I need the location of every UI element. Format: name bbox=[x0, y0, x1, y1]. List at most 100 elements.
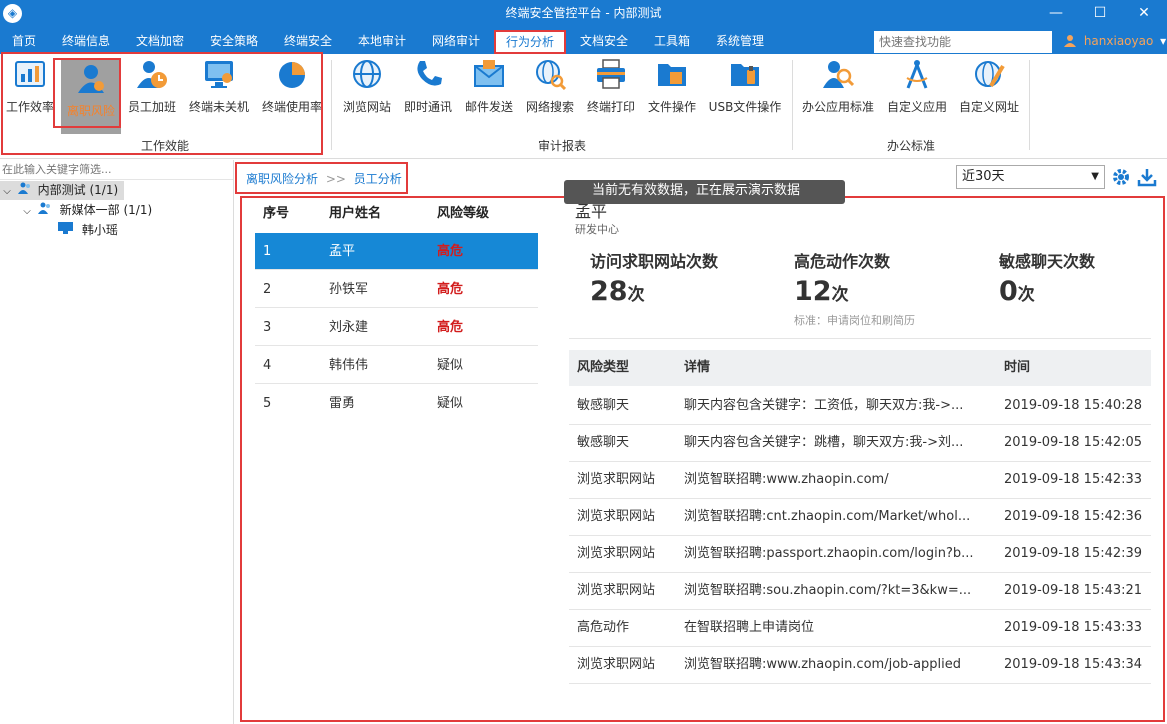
user-row[interactable]: 2 孙铁军 高危 bbox=[255, 271, 538, 308]
group-icon bbox=[37, 201, 56, 220]
stat-value: 28 bbox=[590, 276, 628, 307]
ribbon-custom-app[interactable]: 自定义应用 bbox=[886, 58, 948, 115]
user-row-no: 2 bbox=[263, 282, 272, 297]
person-search-icon bbox=[822, 58, 855, 90]
ribbon-mail-send-label: 邮件发送 bbox=[464, 100, 513, 114]
menu-terminal-security[interactable]: 终端安全 bbox=[284, 28, 332, 54]
detail-row[interactable]: 浏览求职网站 浏览智联招聘:cnt.zhaopin.com/Market/who… bbox=[569, 499, 1151, 536]
ribbon-print[interactable]: 终端打印 bbox=[586, 58, 636, 115]
header-name: 用户姓名 bbox=[329, 206, 382, 221]
period-select[interactable]: 近30天 ▼ bbox=[956, 165, 1105, 189]
ribbon-resign-risk[interactable]: 离职风险 bbox=[61, 58, 121, 134]
ribbon-file-ops[interactable]: 文件操作 bbox=[647, 58, 697, 115]
stat-value: 0 bbox=[999, 276, 1018, 307]
ribbon-mail-send[interactable]: 邮件发送 bbox=[464, 58, 514, 115]
menu-toolbox[interactable]: 工具箱 bbox=[654, 28, 690, 54]
user-row[interactable]: 5 雷勇 疑似 bbox=[255, 385, 538, 422]
globe-edit-icon bbox=[973, 58, 1005, 90]
ribbon-im-label: 即时通讯 bbox=[403, 100, 452, 114]
user-row-risk: 高危 bbox=[437, 282, 464, 297]
user-row-no: 5 bbox=[263, 396, 272, 411]
globe-search-icon bbox=[534, 58, 567, 91]
close-button[interactable]: ✕ bbox=[1122, 0, 1166, 28]
tree-filter-input[interactable] bbox=[0, 160, 233, 180]
computer-icon bbox=[58, 221, 78, 240]
user-row[interactable]: 3 刘永建 高危 bbox=[255, 309, 538, 346]
detail-time: 2019-09-18 15:42:05 bbox=[1004, 435, 1143, 450]
tree-node-terminal[interactable]: 韩小瑶 bbox=[58, 221, 118, 240]
header-no: 序号 bbox=[263, 206, 290, 221]
stat-unit: 次 bbox=[1017, 285, 1035, 305]
user-row-name: 刘永建 bbox=[329, 320, 369, 335]
menu-doc-security[interactable]: 文档安全 bbox=[580, 28, 628, 54]
user-menu[interactable]: hanxiaoyao ▾ bbox=[1064, 28, 1166, 54]
menu-network-audit[interactable]: 网络审计 bbox=[432, 28, 480, 54]
ribbon-browse-web-label: 浏览网站 bbox=[342, 100, 391, 114]
tree-node-root[interactable]: ⌵ 内部测试 (1/1) bbox=[0, 181, 124, 200]
ribbon-file-ops-label: 文件操作 bbox=[647, 100, 696, 114]
menu-system-admin[interactable]: 系统管理 bbox=[716, 28, 764, 54]
tree-node-label: 韩小瑶 bbox=[81, 223, 118, 237]
chevron-down-icon[interactable]: ⌵ bbox=[0, 182, 14, 201]
compass-icon bbox=[901, 58, 933, 90]
function-search-input[interactable] bbox=[874, 31, 1052, 53]
detail-row[interactable]: 敏感聊天 聊天内容包含关键字：跳槽，聊天双方:我->刘... 2019-09-1… bbox=[569, 425, 1151, 462]
ribbon-browse-web[interactable]: 浏览网站 bbox=[342, 58, 392, 115]
download-icon[interactable] bbox=[1137, 167, 1157, 187]
pie-chart-icon bbox=[276, 58, 308, 90]
detail-time: 2019-09-18 15:42:33 bbox=[1004, 472, 1143, 487]
breadcrumb-parent[interactable]: 离职风险分析 bbox=[246, 172, 318, 186]
detail-row[interactable]: 浏览求职网站 浏览智联招聘:passport.zhaopin.com/login… bbox=[569, 536, 1151, 573]
title-bar: ◈ 终端安全管控平台 - 内部测试 — ☐ ✕ bbox=[0, 0, 1167, 28]
ribbon-usage-rate-label: 终端使用率 bbox=[261, 100, 322, 114]
detail-text: 浏览智联招聘:passport.zhaopin.com/login?b... bbox=[684, 546, 974, 561]
menu-security-policy[interactable]: 安全策略 bbox=[210, 28, 258, 54]
ribbon-toolbar: 工作效率 离职风险 员工加班 终端未关机 终端使用率 工作效能 浏览网站 即时通… bbox=[0, 54, 1167, 159]
detail-row[interactable]: 敏感聊天 聊天内容包含关键字：工资低，聊天双方:我->... 2019-09-1… bbox=[569, 388, 1151, 425]
detail-time: 2019-09-18 15:43:34 bbox=[1004, 657, 1143, 672]
detail-time: 2019-09-18 15:42:36 bbox=[1004, 509, 1143, 524]
settings-gear-icon[interactable] bbox=[1111, 167, 1131, 187]
detail-type: 浏览求职网站 bbox=[577, 657, 656, 672]
user-icon bbox=[1064, 30, 1076, 47]
menu-doc-encrypt[interactable]: 文档加密 bbox=[136, 28, 184, 54]
detail-row[interactable]: 浏览求职网站 浏览智联招聘:sou.zhaopin.com/?kt=3&kw=.… bbox=[569, 573, 1151, 610]
header-detail: 详情 bbox=[684, 360, 711, 375]
tree-node-dept[interactable]: ⌵ 新媒体一部 (1/1) bbox=[20, 201, 152, 220]
detail-time: 2019-09-18 15:40:28 bbox=[1004, 398, 1143, 413]
group-label-efficiency: 工作效能 bbox=[140, 139, 189, 153]
envelope-icon bbox=[473, 58, 505, 90]
minimize-button[interactable]: — bbox=[1034, 0, 1078, 28]
ribbon-overtime[interactable]: 员工加班 bbox=[126, 58, 178, 115]
ribbon-im[interactable]: 即时通讯 bbox=[403, 58, 453, 115]
menu-behavior-analysis[interactable]: 行为分析 bbox=[494, 30, 567, 54]
stat-job-site-visits: 访问求职网站次数 28次 bbox=[590, 248, 718, 307]
breadcrumb-current: 员工分析 bbox=[353, 172, 402, 186]
user-row-name: 雷勇 bbox=[329, 396, 356, 411]
ribbon-work-efficiency[interactable]: 工作效率 bbox=[5, 58, 55, 115]
menu-local-audit[interactable]: 本地审计 bbox=[358, 28, 406, 54]
chevron-down-icon[interactable]: ⌵ bbox=[20, 202, 34, 221]
menu-terminal-info[interactable]: 终端信息 bbox=[62, 28, 110, 54]
detail-row[interactable]: 浏览求职网站 浏览智联招聘:www.zhaopin.com/ 2019-09-1… bbox=[569, 462, 1151, 499]
ribbon-usage-rate[interactable]: 终端使用率 bbox=[260, 58, 324, 115]
user-row[interactable]: 1 孟平 高危 bbox=[255, 233, 538, 270]
ribbon-custom-url-label: 自定义网址 bbox=[958, 100, 1019, 114]
detail-row[interactable]: 高危动作 在智联招聘上申请岗位 2019-09-18 15:43:33 bbox=[569, 610, 1151, 647]
group-label-office-standard: 办公标准 bbox=[886, 139, 935, 153]
user-row[interactable]: 4 韩伟伟 疑似 bbox=[255, 347, 538, 384]
ribbon-not-shutdown[interactable]: 终端未关机 bbox=[188, 58, 250, 115]
stat-label: 访问求职网站次数 bbox=[590, 252, 719, 271]
menu-home[interactable]: 首页 bbox=[12, 28, 36, 54]
ribbon-office-app-standard[interactable]: 办公应用标准 bbox=[800, 58, 876, 115]
detail-row[interactable]: 浏览求职网站 浏览智联招聘:www.zhaopin.com/job-applie… bbox=[569, 647, 1151, 684]
detail-text: 聊天内容包含关键字：跳槽，聊天双方:我->刘... bbox=[684, 435, 964, 450]
group-icon bbox=[17, 181, 34, 200]
ribbon-usb-file-ops-label: USB文件操作 bbox=[708, 100, 782, 114]
user-row-no: 1 bbox=[263, 244, 272, 259]
maximize-button[interactable]: ☐ bbox=[1078, 0, 1122, 28]
ribbon-print-label: 终端打印 bbox=[586, 100, 635, 114]
ribbon-web-search[interactable]: 网络搜索 bbox=[525, 58, 575, 115]
ribbon-custom-url[interactable]: 自定义网址 bbox=[958, 58, 1020, 115]
ribbon-usb-file-ops[interactable]: USB文件操作 bbox=[708, 58, 782, 115]
